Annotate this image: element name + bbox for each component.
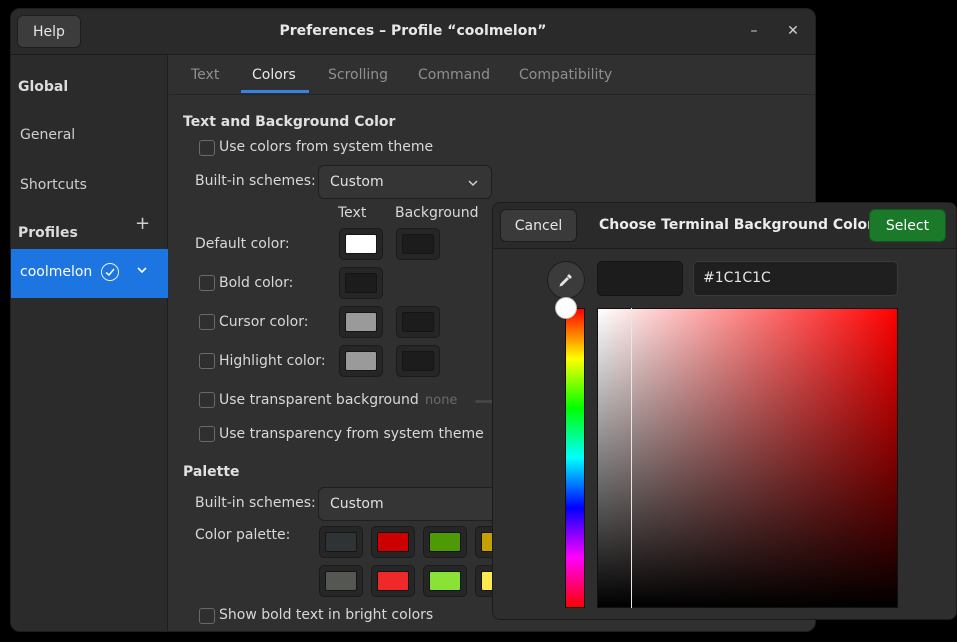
- transparency-slider-value: none: [425, 393, 458, 408]
- dialog-title: Choose Terminal Background Color: [599, 217, 875, 233]
- default-profile-check-icon: [101, 263, 119, 281]
- tab-bar: Text Colors Scrolling Command Compatibil…: [169, 55, 815, 95]
- hue-slider[interactable]: [565, 308, 585, 608]
- eyedropper-icon: [559, 274, 572, 287]
- color-preview-swatch: [597, 261, 683, 296]
- tab-text[interactable]: Text: [191, 67, 219, 83]
- chevron-down-icon: [467, 177, 479, 193]
- cursor-color-label: Cursor color:: [219, 314, 309, 330]
- saturation-value-crosshair: [631, 308, 632, 608]
- cursor-background-color-button[interactable]: [396, 306, 440, 338]
- dialog-header: Cancel Choose Terminal Background Color …: [493, 203, 956, 249]
- palette-color-swatch: [377, 571, 409, 591]
- default-background-color-button[interactable]: [396, 228, 440, 260]
- highlight-background-color-button[interactable]: [396, 345, 440, 377]
- cancel-button[interactable]: Cancel: [500, 209, 577, 242]
- color-chooser-dialog: Cancel Choose Terminal Background Color …: [492, 202, 957, 620]
- transparency-system-checkbox[interactable]: [199, 426, 215, 442]
- bold-bright-label: Show bold text in bright colors: [219, 607, 434, 623]
- transparency-system-label: Use transparency from system theme: [219, 426, 484, 442]
- sidebar: Global General Shortcuts Profiles + cool…: [11, 55, 168, 631]
- tab-compatibility[interactable]: Compatibility: [519, 67, 612, 83]
- bold-color-label: Bold color:: [219, 275, 294, 291]
- color-palette-label: Color palette:: [195, 527, 291, 543]
- palette-heading: Palette: [183, 464, 240, 480]
- bold-color-swatch: [345, 273, 377, 293]
- select-button[interactable]: Select: [869, 209, 946, 242]
- transparent-background-checkbox[interactable]: [199, 392, 215, 408]
- sidebar-item-general[interactable]: General: [20, 127, 75, 143]
- global-heading: Global: [18, 79, 69, 95]
- palette-color-button[interactable]: [319, 526, 363, 558]
- palette-builtin-schemes-dropdown[interactable]: Custom: [318, 487, 518, 521]
- builtin-schemes-label: Built-in schemes:: [195, 173, 316, 189]
- palette-color-button[interactable]: [371, 565, 415, 597]
- default-text-color-button[interactable]: [339, 228, 383, 260]
- profile-name: coolmelon: [20, 264, 93, 280]
- highlight-text-color-swatch: [345, 351, 377, 371]
- palette-color-button[interactable]: [371, 526, 415, 558]
- bold-bright-checkbox[interactable]: [199, 608, 215, 624]
- highlight-color-checkbox[interactable]: [199, 353, 215, 369]
- saturation-value-plane[interactable]: [597, 308, 898, 608]
- transparent-background-label: Use transparent background: [219, 392, 419, 408]
- highlight-background-color-swatch: [402, 351, 434, 371]
- background-column-header: Background: [395, 205, 479, 221]
- sidebar-item-profile[interactable]: coolmelon: [11, 249, 168, 298]
- system-theme-label: Use colors from system theme: [219, 139, 434, 155]
- cursor-color-checkbox[interactable]: [199, 314, 215, 330]
- text-background-heading: Text and Background Color: [183, 114, 396, 130]
- hue-slider-handle[interactable]: [555, 297, 577, 319]
- default-color-label: Default color:: [195, 236, 290, 252]
- tab-colors[interactable]: Colors: [252, 67, 296, 83]
- cursor-text-color-swatch: [345, 312, 377, 332]
- palette-color-swatch: [325, 532, 357, 552]
- hex-color-input[interactable]: #1C1C1C: [693, 261, 898, 296]
- cursor-background-color-swatch: [402, 312, 434, 332]
- close-button[interactable]: ✕: [783, 19, 803, 43]
- highlight-color-label: Highlight color:: [219, 353, 326, 369]
- palette-color-swatch: [429, 571, 461, 591]
- palette-color-button[interactable]: [423, 526, 467, 558]
- profiles-heading: Profiles: [18, 225, 78, 241]
- builtin-schemes-dropdown[interactable]: Custom: [318, 165, 492, 199]
- minimize-button[interactable]: –: [744, 19, 764, 43]
- palette-builtin-schemes-label: Built-in schemes:: [195, 495, 316, 511]
- system-theme-checkbox[interactable]: [199, 140, 215, 156]
- title-bar: Help Preferences – Profile “coolmelon” –…: [11, 9, 815, 55]
- text-column-header: Text: [338, 205, 367, 221]
- chevron-down-icon[interactable]: [135, 263, 149, 281]
- palette-color-swatch: [429, 532, 461, 552]
- sidebar-item-shortcuts[interactable]: Shortcuts: [20, 177, 87, 193]
- bold-color-button[interactable]: [339, 267, 383, 299]
- active-tab-indicator: [241, 90, 309, 93]
- palette-builtin-schemes-value: Custom: [330, 496, 384, 512]
- cursor-text-color-button[interactable]: [339, 306, 383, 338]
- default-background-color-swatch: [402, 234, 434, 254]
- highlight-text-color-button[interactable]: [339, 345, 383, 377]
- palette-color-swatch: [325, 571, 357, 591]
- default-text-color-swatch: [345, 234, 377, 254]
- palette-color-swatch: [377, 532, 409, 552]
- palette-color-button[interactable]: [319, 565, 363, 597]
- tab-command[interactable]: Command: [418, 67, 490, 83]
- eyedropper-button[interactable]: [547, 261, 585, 299]
- add-profile-icon[interactable]: +: [135, 215, 150, 233]
- builtin-schemes-value: Custom: [330, 174, 384, 190]
- window-title: Preferences – Profile “coolmelon”: [279, 23, 547, 39]
- bold-color-checkbox[interactable]: [199, 275, 215, 291]
- palette-color-button[interactable]: [423, 565, 467, 597]
- tab-scrolling[interactable]: Scrolling: [328, 67, 388, 83]
